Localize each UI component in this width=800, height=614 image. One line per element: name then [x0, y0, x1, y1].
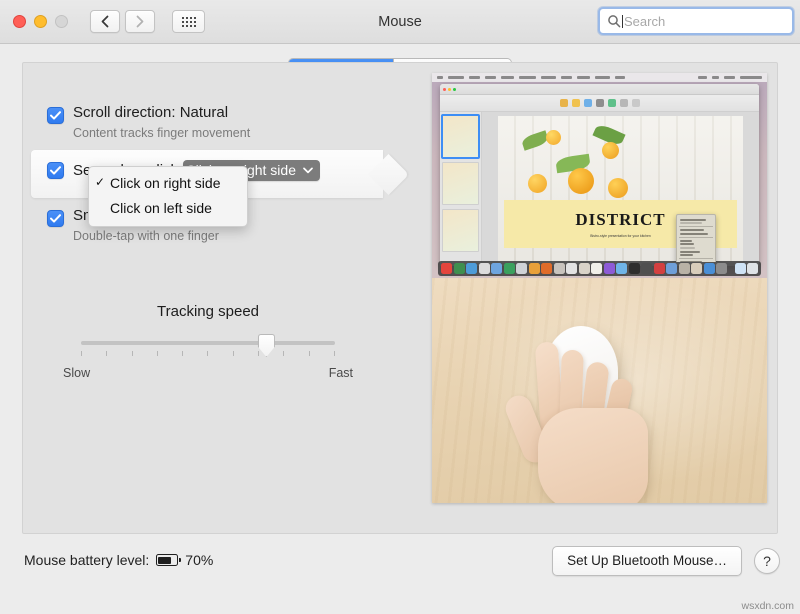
secondary-click-dropdown-menu[interactable]: ✓ Click on right side Click on left side	[88, 166, 248, 227]
titlebar: Mouse Search	[0, 0, 800, 44]
hand	[501, 341, 660, 503]
slider-track[interactable]	[81, 341, 335, 345]
page-thumbnail	[442, 162, 479, 205]
help-button[interactable]: ?	[754, 548, 780, 574]
menu-item-label: Click on right side	[110, 175, 221, 191]
search-icon	[608, 15, 621, 28]
menu-item-click-on-left-side[interactable]: Click on left side	[89, 196, 247, 221]
battery-icon	[156, 554, 182, 566]
checkbox-smart-zoom[interactable]	[47, 210, 64, 228]
battery-percent: 70%	[185, 552, 214, 568]
slider-min-label: Slow	[63, 366, 91, 380]
mouse-preferences-window: Mouse Search Point & Click More Gestures	[0, 0, 800, 614]
palm	[538, 408, 648, 503]
checkbox-secondary-click[interactable]	[47, 162, 64, 180]
gesture-video-preview[interactable]: DISTRICT Bistro-style presentation for y…	[432, 73, 767, 503]
traffic-lights	[13, 15, 68, 28]
page-thumbnails-sidebar	[440, 112, 482, 266]
tracking-speed-slider[interactable]	[81, 334, 335, 360]
preview-hand-on-mouse	[432, 278, 767, 503]
preview-screen-recording: DISTRICT Bistro-style presentation for y…	[432, 73, 767, 278]
battery-label: Mouse battery level:	[24, 552, 150, 568]
simulated-dock	[438, 261, 761, 276]
document-title: DISTRICT	[575, 210, 666, 229]
back-button[interactable]	[90, 10, 120, 33]
checkmark-icon	[50, 214, 61, 223]
checkmark-icon	[50, 111, 61, 120]
slider-max-label: Fast	[328, 366, 353, 380]
option-title: Scroll direction: Natural	[73, 104, 229, 121]
navigation-buttons	[90, 10, 205, 33]
menu-item-click-on-right-side[interactable]: ✓ Click on right side	[89, 171, 247, 196]
simulated-toolbar	[440, 95, 759, 112]
set-up-bluetooth-mouse-button[interactable]: Set Up Bluetooth Mouse…	[552, 546, 742, 576]
close-button[interactable]	[13, 15, 26, 28]
simulated-menubar	[432, 73, 767, 82]
chevron-down-icon	[303, 167, 313, 173]
tracking-speed-label: Tracking speed	[157, 303, 259, 320]
document-subtitle: Bistro-style presentation for your kitch…	[590, 234, 651, 238]
page-thumbnail	[441, 114, 480, 159]
bottom-buttons: Set Up Bluetooth Mouse… ?	[552, 546, 780, 576]
search-placeholder: Search	[624, 13, 666, 29]
simulated-context-menu	[676, 214, 716, 262]
chevron-left-icon	[101, 15, 109, 28]
document-page: DISTRICT Bistro-style presentation for y…	[498, 116, 743, 262]
simulated-pages-window: DISTRICT Bistro-style presentation for y…	[440, 84, 759, 266]
forward-button[interactable]	[125, 10, 155, 33]
menu-item-label: Click on left side	[110, 200, 212, 217]
battery-status: Mouse battery level: 70%	[24, 552, 213, 568]
document-canvas: DISTRICT Bistro-style presentation for y…	[482, 112, 759, 266]
show-all-button[interactable]	[172, 10, 205, 33]
option-subtitle: Double-tap with one finger	[73, 229, 219, 244]
text-caret	[622, 14, 623, 28]
chevron-right-icon	[136, 15, 144, 28]
zoom-button[interactable]	[55, 15, 68, 28]
options-list: Scroll direction: Natural Content tracks…	[23, 95, 413, 253]
minimize-button[interactable]	[34, 15, 47, 28]
watermark: wsxdn.com	[741, 600, 794, 612]
checkmark-icon	[50, 166, 61, 175]
simulated-window-titlebar	[440, 84, 759, 95]
option-scroll-direction[interactable]: Scroll direction: Natural Content tracks…	[23, 95, 413, 150]
checkbox-scroll-direction[interactable]	[47, 107, 64, 124]
search-field[interactable]: Search	[598, 7, 794, 35]
slider-end-labels: Slow Fast	[63, 366, 353, 380]
page-thumbnail	[442, 209, 479, 252]
bottom-bar: Mouse battery level: 70% Set Up Bluetoot…	[0, 534, 800, 614]
grid-icon	[181, 16, 196, 27]
tracking-speed-control: Tracking speed Slow Fast	[53, 303, 363, 380]
slider-ticks	[81, 351, 335, 356]
option-subtitle: Content tracks finger movement	[73, 126, 251, 141]
preferences-panel: Scroll direction: Natural Content tracks…	[22, 62, 778, 534]
menu-checkmark-icon: ✓	[95, 175, 106, 190]
